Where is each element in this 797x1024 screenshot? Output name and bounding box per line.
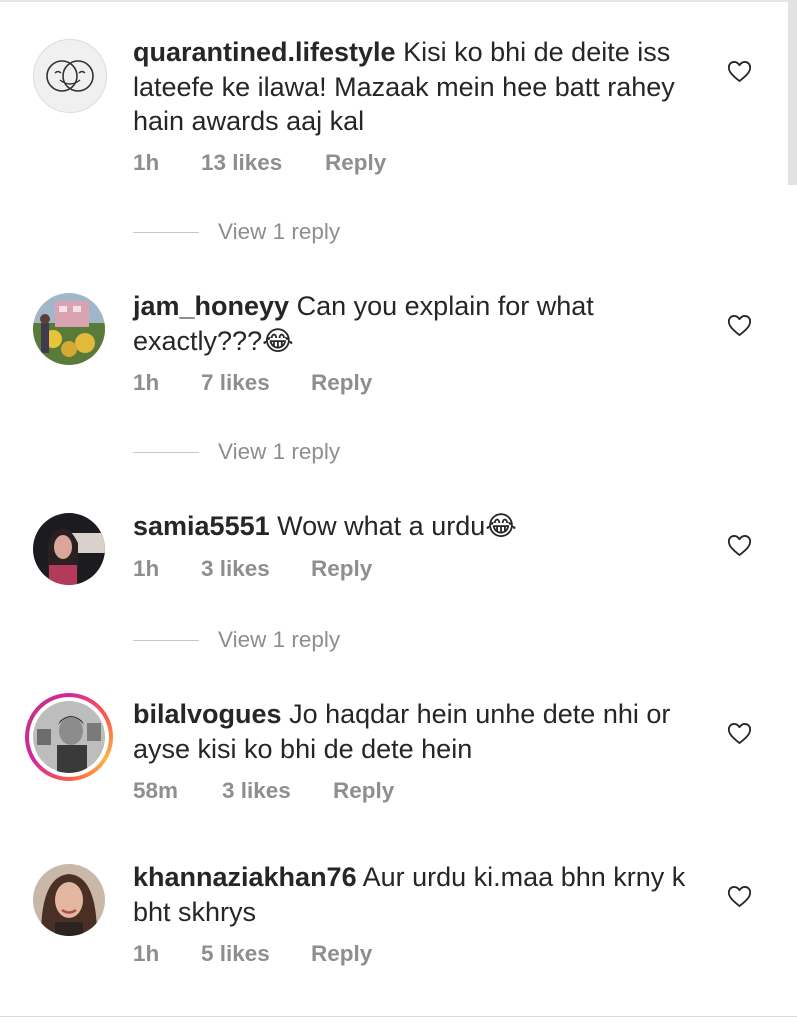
comment-likes[interactable]: 3 likes <box>201 556 311 582</box>
view-replies-button[interactable]: View 1 reply <box>133 627 340 653</box>
reply-button[interactable]: Reply <box>311 370 372 396</box>
reply-button[interactable]: Reply <box>311 941 372 967</box>
view-replies-rule <box>133 639 199 641</box>
comment-text: jam_honeyy Can you explain for what exac… <box>133 289 693 358</box>
comment-meta: 1h 3 likes Reply <box>133 556 372 582</box>
comment-meta: 1h 7 likes Reply <box>133 370 372 396</box>
comment-username[interactable]: samia5551 <box>133 511 270 541</box>
comment-time: 1h <box>133 370 160 395</box>
view-replies-label[interactable]: View 1 reply <box>218 439 340 465</box>
reply-button[interactable]: Reply <box>325 150 386 176</box>
bottom-divider <box>0 1016 797 1017</box>
like-heart-icon[interactable] <box>726 532 753 559</box>
avatar[interactable] <box>33 39 107 113</box>
profile-photo-icon <box>33 864 105 936</box>
comment-likes[interactable]: 3 likes <box>222 778 333 804</box>
avatar[interactable] <box>33 293 105 365</box>
comment-meta: 58m 3 likes Reply <box>133 778 394 804</box>
comment-username[interactable]: khannaziakhan76 <box>133 862 357 892</box>
laughing-face-logo-icon <box>46 60 94 92</box>
view-replies-rule <box>133 231 199 233</box>
comment-meta: 1h 13 likes Reply <box>133 150 386 176</box>
view-replies-rule <box>133 451 199 453</box>
comment-username[interactable]: quarantined.lifestyle <box>133 37 396 67</box>
view-replies-button[interactable]: View 1 reply <box>133 439 340 465</box>
comment-time: 1h <box>133 150 160 175</box>
reply-button[interactable]: Reply <box>311 556 372 582</box>
view-replies-label[interactable]: View 1 reply <box>218 219 340 245</box>
comment-text: bilalvogues Jo haqdar hein unhe dete nhi… <box>133 697 693 766</box>
comment-text: khannaziakhan76 Aur urdu ki.maa bhn krny… <box>133 860 693 929</box>
comment-username[interactable]: jam_honeyy <box>133 291 289 321</box>
avatar[interactable] <box>33 701 105 773</box>
comment-body: Wow what a urdu😂 <box>277 511 517 541</box>
view-replies-label[interactable]: View 1 reply <box>218 627 340 653</box>
like-heart-icon[interactable] <box>726 720 753 747</box>
profile-photo-icon <box>33 513 105 585</box>
like-heart-icon[interactable] <box>726 312 753 339</box>
like-heart-icon[interactable] <box>726 883 753 910</box>
comment-username[interactable]: bilalvogues <box>133 699 282 729</box>
comment-text: quarantined.lifestyle Kisi ko bhi de dei… <box>133 35 693 139</box>
avatar[interactable] <box>33 513 105 585</box>
scrollbar[interactable] <box>788 0 797 185</box>
comment-time: 58m <box>133 778 179 803</box>
avatar[interactable] <box>33 864 105 936</box>
comment-meta: 1h 5 likes Reply <box>133 941 372 967</box>
comment-time: 1h <box>133 941 160 966</box>
comment-likes[interactable]: 5 likes <box>201 941 311 967</box>
view-replies-button[interactable]: View 1 reply <box>133 219 340 245</box>
profile-photo-icon <box>33 701 105 773</box>
reply-button[interactable]: Reply <box>333 778 394 804</box>
comment-likes[interactable]: 13 likes <box>201 150 325 176</box>
like-heart-icon[interactable] <box>726 58 753 85</box>
comment-likes[interactable]: 7 likes <box>201 370 311 396</box>
top-divider <box>0 0 797 2</box>
profile-photo-icon <box>33 293 105 365</box>
comment-time: 1h <box>133 556 160 581</box>
comment-text: samia5551 Wow what a urdu😂 <box>133 509 693 544</box>
